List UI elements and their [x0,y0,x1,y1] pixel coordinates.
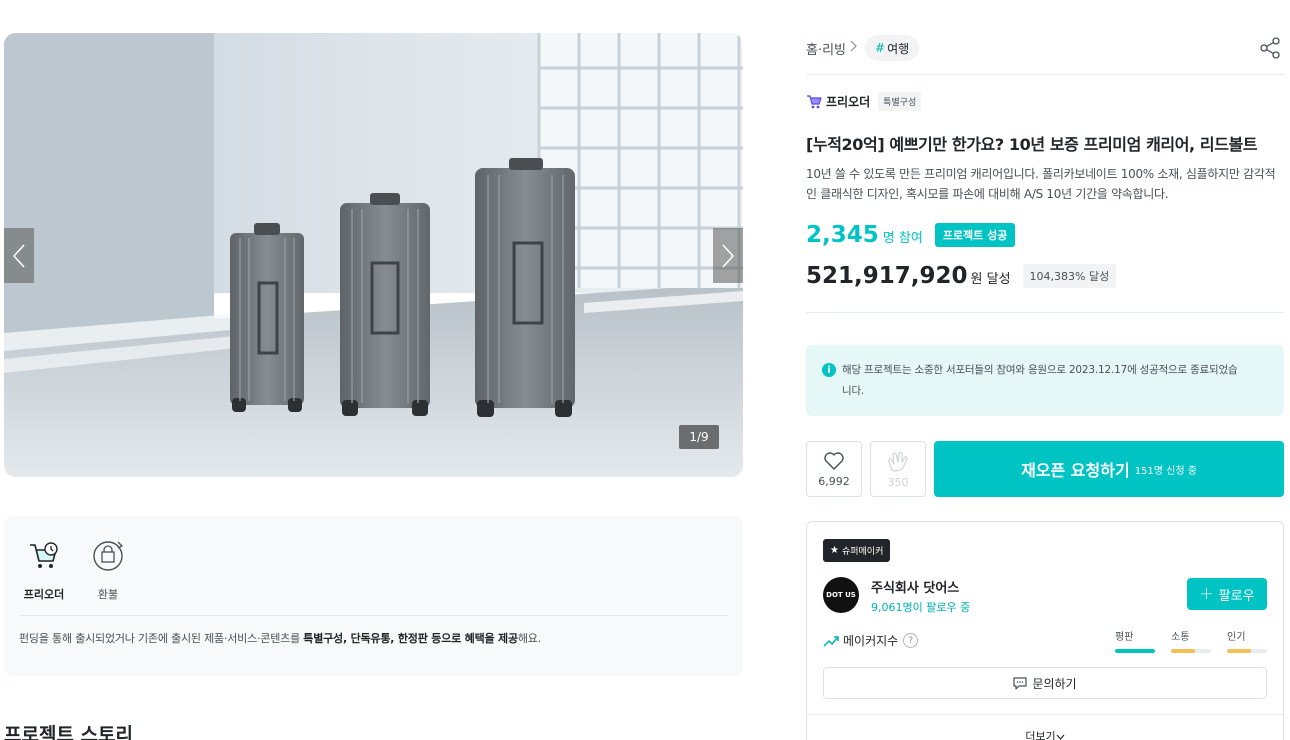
metric-bar [1115,649,1155,653]
supporter-unit: 명 참여 [882,231,923,246]
breadcrumb-category[interactable]: 홈·리빙 [806,39,846,58]
follow-label: 팔로우 [1218,588,1255,604]
amount-raised: 521,917,920 [806,263,968,289]
cheer-button[interactable]: 350 [870,441,926,497]
chat-icon [1013,676,1028,690]
divider [19,615,728,616]
clap-icon [888,451,908,472]
category-row: 프리오더 특별구성 [806,92,922,111]
breadcrumb-row: 홈·리빙 # 여행 [806,33,1284,63]
benefit-box: 프리오더 환불 펀딩을 통해 출시되었거나 기존에 출시된 제품·서비스·콘텐츠… [4,516,743,676]
reopen-label: 재오픈 요청하기 [1021,461,1130,480]
super-maker-badge: ★ 슈퍼메이커 [823,539,891,562]
amount-unit: 원 달성 [970,272,1011,287]
maker-index-row: 메이커지수 ? [823,632,919,649]
amount-stats: 521,917,920 원 달성 104,383% 달성 [806,263,1117,291]
status-badge: 프로젝트 성공 [934,223,1016,247]
more-label: 더보기 [1025,730,1056,740]
gallery-next-button[interactable] [713,228,743,283]
super-maker-label: 슈퍼메이커 [841,547,884,557]
cheer-count: 350 [887,475,909,489]
maker-name[interactable]: 주식회사 닷어스 [871,577,959,596]
cart-icon [807,94,822,108]
benefit-description: 펀딩을 통해 출시되었거나 기존에 출시된 제품·서비스·콘텐츠를 특별구성, … [19,630,728,646]
plus-icon: + [1199,584,1214,604]
more-button[interactable]: 더보기 [807,728,1283,740]
project-summary: 10년 쓸 수 있도록 만든 프리미엄 캐리어입니다. 폴리카보네이트 100%… [806,167,1276,201]
product-image-gallery[interactable]: 1/9 [4,33,743,477]
supporter-stats: 2,345 명 참여 프로젝트 성공 [806,222,1016,250]
info-icon: i [822,363,836,377]
metric-label: 평판 [1115,632,1134,643]
metric-label: 인기 [1227,632,1246,643]
tag-chip-travel[interactable]: # 여행 [865,35,920,61]
maker-card: ★ 슈퍼메이커 DOT US 주식회사 닷어스 9,061명이 팔로우 중 + 팔로… [806,521,1284,740]
gallery-page-counter: 1/9 [679,425,719,449]
project-title: [누적20억] 예쁘기만 한가요? 10년 보증 프리미엄 캐리어, 리드볼트 [806,135,1258,154]
like-button[interactable]: 6,992 [806,441,862,497]
maker-avatar[interactable]: DOT US [823,577,859,613]
trend-up-icon [823,635,839,647]
divider [806,74,1284,75]
star-icon: ★ [830,545,839,556]
reopen-request-button[interactable]: 재오픈 요청하기 151명 신청 중 [934,441,1284,497]
follow-button[interactable]: + 팔로우 [1187,578,1267,610]
notice-text: 해당 프로젝트는 소중한 서포터들의 참여와 응원으로 2023.12.17에 … [842,364,1238,397]
tag-label: 여행 [887,41,910,56]
project-story-title: 프로젝트 스토리 [4,724,133,740]
benefit-desc-highlight: 특별구성, 단독유통, 한정판 등으로 혜택을 제공 [303,632,518,645]
metric-popularity: 인기 [1227,628,1267,653]
divider [806,312,1284,313]
inquiry-label: 문의하기 [1032,676,1077,691]
hash-symbol: # [875,41,886,55]
metric-fill [1115,649,1155,653]
benefit-label: 환불 [97,588,119,601]
benefit-item-preorder[interactable]: 프리오더 [19,536,69,602]
metric-bar [1171,649,1211,653]
project-ended-notice: i 해당 프로젝트는 소중한 서포터들의 참여와 응원으로 2023.12.17… [806,345,1284,416]
cart-clock-icon [24,536,64,576]
chevron-down-icon [1056,734,1065,740]
category-badge: 특별구성 [878,92,922,111]
maker-follower-count: 9,061명이 팔로우 중 [871,601,971,614]
heart-icon [824,451,844,470]
metric-communication: 소통 [1171,628,1211,653]
metric-fill [1171,649,1195,653]
reopen-count: 151명 신청 중 [1134,465,1197,477]
help-icon[interactable]: ? [903,633,919,648]
action-row: 6,992 350 재오픈 요청하기 151명 신청 중 [806,441,1284,497]
maker-index-label: 메이커지수 [843,634,899,648]
category-name: 프리오더 [826,95,871,109]
share-icon[interactable] [1258,36,1282,60]
chevron-right-icon [850,40,857,56]
benefit-label: 프리오더 [23,588,65,601]
benefit-icons: 프리오더 환불 [19,536,728,602]
product-photo [4,33,743,477]
like-count: 6,992 [818,474,850,488]
chevron-right-icon [722,243,735,268]
divider [807,714,1283,715]
gallery-prev-button[interactable] [4,228,34,283]
metric-bar [1227,649,1267,653]
benefit-item-refund[interactable]: 환불 [83,536,133,602]
achievement-rate-badge: 104,383% 달성 [1022,264,1117,288]
supporter-count: 2,345 [806,222,879,248]
benefit-desc-suffix: 해요. [517,632,542,645]
chevron-left-icon [12,243,25,268]
metric-reputation: 평판 [1115,628,1155,653]
metric-label: 소통 [1171,632,1190,643]
metric-fill [1227,649,1251,653]
breadcrumb[interactable]: 홈·리빙 [806,39,863,58]
benefit-desc-prefix: 펀딩을 통해 출시되었거나 기존에 출시된 제품·서비스·콘텐츠를 [19,632,304,645]
refund-icon [88,536,128,576]
inquiry-button[interactable]: 문의하기 [823,667,1267,699]
maker-metrics: 평판 소통 인기 [1115,628,1267,653]
